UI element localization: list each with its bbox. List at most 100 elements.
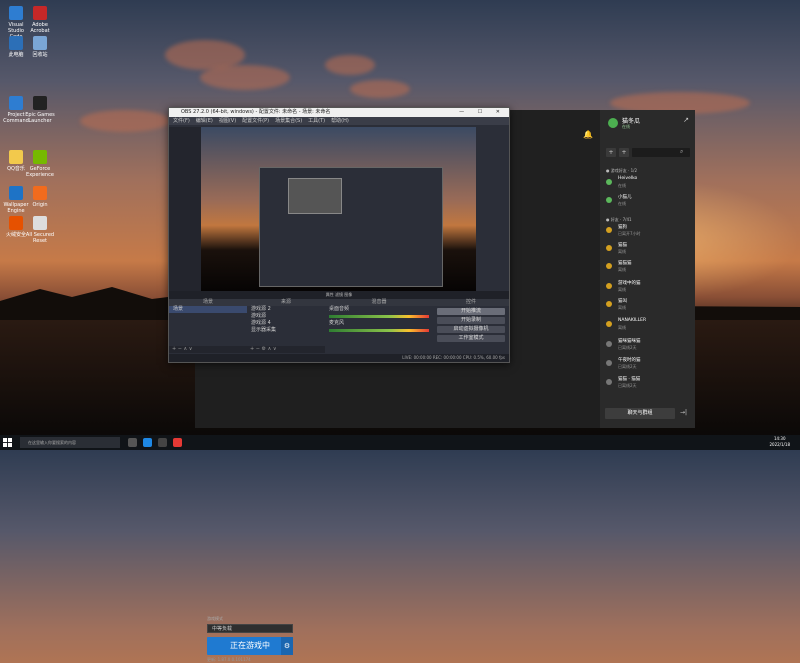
presence-dot [606, 379, 612, 385]
friend-list-item[interactable]: 猫叫 离线 [606, 298, 690, 312]
friend-status: 在线 [618, 183, 626, 188]
obs-menu-item[interactable]: 帮助(H) [331, 118, 349, 124]
obs-menu-item[interactable]: 文件(F) [173, 118, 190, 124]
obs-menu-item[interactable]: 场景集合(S) [275, 118, 302, 124]
friend-list-item[interactable]: 午夜时的猫 已离线2天 [606, 357, 690, 371]
friend-list-item[interactable]: 猫猫 · 猫猫 已离线2天 [606, 376, 690, 390]
friend-list-item[interactable]: 猫猫 离线 [606, 242, 690, 256]
sources-footer[interactable]: + − ⚙ ∧ ∨ [247, 346, 325, 353]
app-icon [9, 96, 23, 110]
friend-status: 离线 [618, 325, 626, 330]
taskbar-clock[interactable]: 14:30 2022/1/18 [769, 436, 790, 448]
obs-menu-item[interactable]: 工具(T) [308, 118, 325, 124]
source-item[interactable]: 显示器采集 [247, 327, 325, 334]
friend-name: 猫猫 · 猫猫 [618, 377, 641, 382]
sources-title: 来源 [247, 299, 325, 306]
presence-dot [606, 341, 612, 347]
obs-menu-item[interactable]: 视图(V) [219, 118, 236, 124]
scenes-title: 场景 [169, 299, 247, 306]
section-friends[interactable]: ● 好友 · 7/41 [606, 217, 632, 223]
presence-dot [606, 301, 612, 307]
search-icon: ⌕ [680, 148, 684, 155]
friend-name: 游戏中的猫 [618, 281, 641, 286]
friend-list-item[interactable]: 猫狗 已离开7小时 [606, 224, 690, 238]
external-link-icon[interactable]: ↗ [683, 116, 689, 124]
user-status[interactable]: 在线 [622, 124, 630, 130]
obs-title: OBS 27.2.0 (64-bit, windows) - 配置文件: 未命名… [181, 109, 331, 115]
obs-source-toolbar[interactable]: 属性 滤镜 图像 [169, 291, 509, 299]
app-taskbar-icon[interactable] [173, 438, 182, 447]
scenes-footer[interactable]: + − ∧ ∨ [169, 346, 247, 353]
collapse-icon[interactable]: →| [680, 409, 687, 416]
desktop-icon-label: All Secured Reset [25, 232, 55, 244]
app-icon [9, 216, 23, 230]
friend-list-item[interactable]: NANAKILLER 离线 [606, 318, 690, 332]
add-group-button[interactable]: + [619, 148, 629, 157]
obs-menu-item[interactable]: 编辑(E) [196, 118, 213, 124]
friend-status: 离线 [618, 267, 626, 272]
obs-menu-item[interactable]: 配置文件(P) [242, 118, 269, 124]
windows-start-icon[interactable] [3, 438, 12, 447]
window-controls[interactable]: — ☐ ✕ [459, 108, 506, 117]
chat-button[interactable]: 聊天与群组 [605, 408, 675, 419]
section-online[interactable]: ● 游戏好友 · 1/2 [606, 168, 637, 174]
taskbar: 在这里输入你要搜索的内容 14:30 2022/1/18 [0, 435, 800, 450]
friend-list-item[interactable]: 猫咪猫咪猫 已离线2天 [606, 338, 690, 352]
friend-status: 已离线2天 [618, 345, 637, 350]
friend-name: 猫叫 [618, 299, 627, 304]
desktop-icon[interactable]: 回收站 [25, 36, 55, 58]
friend-name: 小猫儿 [618, 195, 632, 200]
version-text: 更新: 1.87.0.0.101174 [207, 657, 251, 662]
volume-meter[interactable] [329, 315, 429, 318]
app-icon [33, 36, 47, 50]
desktop-icon[interactable]: Origin [25, 186, 55, 208]
app-icon [33, 6, 47, 20]
obs-preview[interactable] [201, 127, 476, 291]
scene-item[interactable]: 场景 [169, 306, 247, 313]
friend-status: 已离线2天 [618, 364, 637, 369]
friend-status: 离线 [618, 249, 626, 254]
gear-icon[interactable]: ⚙ [281, 637, 293, 655]
add-friend-button[interactable]: + [606, 148, 616, 157]
source-item[interactable]: 游戏源 [247, 313, 325, 320]
start-streaming-button[interactable]: 开始推流 [437, 308, 505, 315]
obs-window: OBS 27.2.0 (64-bit, windows) - 配置文件: 未命名… [168, 107, 510, 363]
edge-icon[interactable] [143, 438, 152, 447]
play-button[interactable]: 正在游戏中 ⚙ [207, 637, 293, 655]
volume-meter[interactable] [329, 329, 429, 332]
friend-list-item[interactable]: 猫猫猫 离线 [606, 260, 690, 274]
avatar[interactable] [608, 118, 618, 128]
app-icon [33, 186, 47, 200]
friend-list-item[interactable]: 小猫儿 在线 [606, 194, 690, 208]
app-icon [9, 186, 23, 200]
studio-mode-button[interactable]: 工作室模式 [437, 335, 505, 342]
virtual-camera-button[interactable]: 启动虚拟摄像机 [437, 326, 505, 333]
desktop-icon-label: Epic Games Launcher [25, 112, 55, 124]
friend-status: 在线 [618, 201, 626, 206]
bell-icon[interactable]: 🔔 [583, 130, 593, 139]
friend-status: 离线 [618, 287, 626, 292]
taskbar-search-input[interactable]: 在这里输入你要搜索的内容 [20, 437, 120, 448]
desktop-icon[interactable]: All Secured Reset [25, 216, 55, 244]
presence-dot [606, 179, 612, 185]
presence-dot [606, 227, 612, 233]
start-recording-button[interactable]: 开始录制 [437, 317, 505, 324]
app-icon [33, 216, 47, 230]
task-view-icon[interactable] [128, 438, 137, 447]
obs-taskbar-icon[interactable] [158, 438, 167, 447]
friend-name: 猫咪猫咪猫 [618, 339, 641, 344]
friend-name: 午夜时的猫 [618, 358, 641, 363]
play-mode-select[interactable]: 中等负载 [207, 624, 293, 633]
desktop-icon[interactable]: Epic Games Launcher [25, 96, 55, 124]
desktop-icon[interactable]: Adobe Acrobat [25, 6, 55, 34]
desktop-icon[interactable]: GeForce Experience [25, 150, 55, 178]
source-item[interactable]: 游戏源 2 [247, 306, 325, 313]
presence-dot [606, 283, 612, 289]
friend-list-item[interactable]: 游戏中的猫 离线 [606, 280, 690, 294]
obs-side-preview [169, 127, 201, 291]
friend-list-item[interactable]: Heivelko 在线 [606, 176, 690, 190]
nested-obs-preview [259, 167, 443, 287]
source-item[interactable]: 游戏源 4 [247, 320, 325, 327]
controls-title: 控件 [433, 299, 509, 306]
friend-status: 已离线2天 [618, 383, 637, 388]
